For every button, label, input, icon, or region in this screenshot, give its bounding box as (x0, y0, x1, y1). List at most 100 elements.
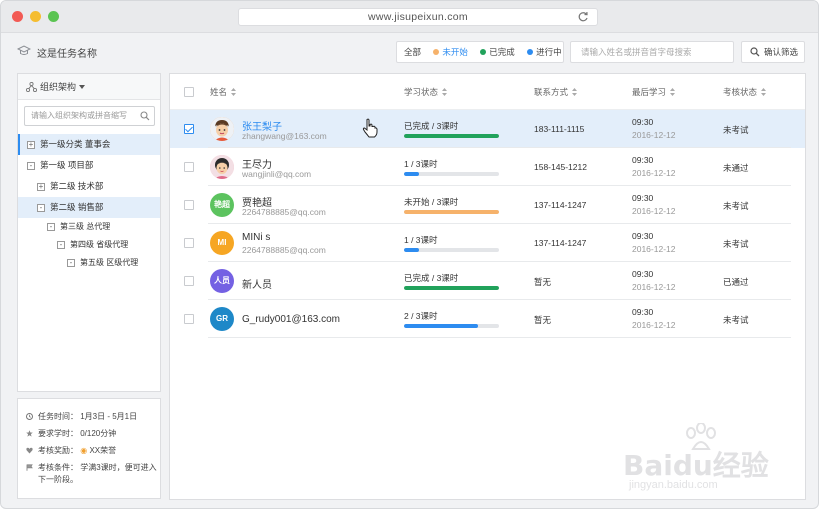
study-status: 1 / 3课时 (404, 159, 438, 169)
row-checkbox[interactable] (184, 200, 194, 210)
row-checkbox[interactable] (184, 314, 194, 324)
col-header-status[interactable]: 学习状态 (404, 74, 448, 110)
sort-icon[interactable] (442, 88, 448, 96)
tree-node-tech-dept[interactable]: + 第二级 技术部 (18, 176, 160, 197)
address-bar[interactable]: www.jisupeixun.com (238, 8, 598, 26)
col-header-contact[interactable]: 联系方式 (534, 74, 578, 110)
status-filter-group: 全部 未开始 已完成 进行中 (396, 41, 564, 63)
last-study-time: 09:30 (632, 155, 654, 165)
study-status: 已完成 / 3课时 (404, 121, 459, 131)
minimize-window-button[interactable] (30, 11, 41, 22)
browser-titlebar: www.jisupeixun.com (1, 1, 818, 33)
close-window-button[interactable] (12, 11, 23, 22)
last-study-time: 09:30 (632, 307, 654, 317)
table-row[interactable]: 张王梨子 zhangwang@163.com 已完成 / 3课时 183-111… (170, 110, 805, 148)
org-structure-icon (25, 81, 38, 93)
row-divider (208, 337, 791, 338)
required-hours: 要求学时： 0/120分钟 (26, 425, 160, 442)
filter-completed[interactable]: 已完成 (480, 42, 520, 62)
user-name[interactable]: 新人员 (242, 276, 272, 291)
org-search-placeholder: 请输入组织架构或拼音缩写 (31, 111, 127, 120)
graduation-cap-icon (17, 45, 31, 55)
tree-node-label: 第四级 省级代理 (70, 240, 129, 249)
org-dropdown[interactable]: 组织架构 (18, 74, 160, 100)
last-study-time: 09:30 (632, 117, 654, 127)
row-checkbox[interactable] (184, 276, 194, 286)
filter-not-started[interactable]: 未开始 (433, 42, 473, 62)
row-checkbox[interactable] (184, 124, 194, 134)
last-study-date: 2016-12-12 (632, 320, 676, 330)
tree-node-project-dept[interactable]: - 第一级 项目部 (18, 155, 160, 176)
tree-node-province-agent[interactable]: - 第四级 省级代理 (18, 236, 160, 254)
user-name[interactable]: MINi s (242, 232, 270, 243)
tree-node-label: 第三级 总代理 (60, 222, 111, 231)
sort-icon[interactable] (761, 88, 767, 96)
last-study-time: 09:30 (632, 193, 654, 203)
tree-node-label: 第二级 技术部 (50, 181, 104, 191)
progress-bar (404, 172, 499, 176)
confirm-filter-button[interactable]: 确认筛选 (741, 41, 805, 63)
medal-icon: ◉ (80, 446, 88, 455)
avatar-initials: 艳超 (214, 200, 230, 209)
table-row[interactable]: GR G_rudy001@163.com 2 / 3课时 暂无 09:30 20… (170, 300, 805, 338)
expand-icon[interactable]: + (37, 183, 45, 191)
collapse-icon[interactable]: - (67, 259, 75, 267)
progress-fill (404, 172, 420, 176)
tree-node-district-agent[interactable]: - 第五级 区级代理 (18, 254, 160, 272)
org-search-input[interactable]: 请输入组织架构或拼音缩写 (24, 106, 155, 126)
sort-icon[interactable] (572, 88, 578, 96)
progress-bar (404, 324, 499, 328)
task-time: 任务时间： 1月3日 - 5月1日 (26, 408, 160, 425)
filter-in-progress[interactable]: 进行中 (527, 42, 567, 62)
collapse-icon[interactable]: - (37, 204, 45, 212)
table-row[interactable]: MI MINi s 2264788885@qq.com 1 / 3课时 137-… (170, 224, 805, 262)
select-all-checkbox[interactable] (184, 87, 194, 97)
contact-phone: 暂无 (534, 315, 552, 325)
reload-icon[interactable] (577, 11, 589, 23)
task-info-panel: 任务时间： 1月3日 - 5月1日 要求学时： 0/120分钟 考核奖励： ◉ … (17, 398, 161, 499)
org-tree-panel: 组织架构 请输入组织架构或拼音缩写 + 第一级分类 董事会 - 第一级 项目部 + 第… (17, 73, 161, 392)
avatar: GR (210, 307, 234, 331)
progress-fill (404, 210, 499, 214)
maximize-window-button[interactable] (48, 11, 59, 22)
col-header-name[interactable]: 姓名 (210, 74, 237, 110)
person-avatar-icon (210, 117, 234, 141)
exam-reward: 考核奖励： ◉ XX荣誉 (26, 442, 160, 459)
confirm-filter-label: 确认筛选 (764, 47, 799, 57)
progress-fill (404, 248, 420, 252)
collapse-icon[interactable]: - (27, 162, 35, 170)
sort-icon[interactable] (231, 88, 237, 96)
table-row[interactable]: 艳超 贾艳超 2264788885@qq.com 未开始 / 3课时 137-1… (170, 186, 805, 224)
col-header-last-study[interactable]: 最后学习 (632, 74, 676, 110)
user-name[interactable]: G_rudy001@163.com (242, 314, 340, 325)
progress-bar (404, 134, 499, 138)
avatar: 艳超 (210, 193, 234, 217)
last-study-date: 2016-12-12 (632, 206, 676, 216)
tree-node-sales-dept[interactable]: - 第二级 销售部 (18, 197, 160, 218)
study-status: 1 / 3课时 (404, 235, 438, 245)
app-window: www.jisupeixun.com 这是任务名称 全部 未开始 已完成 进行中… (0, 0, 819, 509)
search-icon[interactable] (140, 111, 150, 121)
collapse-icon[interactable]: - (57, 241, 65, 249)
search-placeholder: 请输入姓名或拼音首字母搜索 (581, 47, 692, 57)
avatar-initials: GR (216, 314, 228, 323)
progress-fill (404, 134, 499, 138)
watermark-domain: jingyan.baidu.com (629, 479, 718, 491)
row-checkbox[interactable] (184, 162, 194, 172)
col-header-exam[interactable]: 考核状态 (723, 74, 767, 110)
avatar: 人员 (210, 269, 234, 293)
row-checkbox[interactable] (184, 238, 194, 248)
table-row[interactable]: 王尽力 wangjinli@qq.com 1 / 3课时 158-145-121… (170, 148, 805, 186)
task-title: 这是任务名称 (37, 49, 97, 60)
org-tree: + 第一级分类 董事会 - 第一级 项目部 + 第二级 技术部 - 第二级 销售部 -第… (18, 134, 160, 272)
tree-node-general-agent[interactable]: - 第三级 总代理 (18, 218, 160, 236)
collapse-icon[interactable]: - (47, 223, 55, 231)
filter-all[interactable]: 全部 (404, 42, 426, 62)
expand-icon[interactable]: + (27, 141, 35, 149)
table-row[interactable]: 人员 新人员 已完成 / 3课时 暂无 09:30 2016-12-12 已通过 (170, 262, 805, 300)
contact-phone: 137-114-1247 (534, 238, 587, 248)
tree-node-board[interactable]: + 第一级分类 董事会 (18, 134, 160, 155)
sort-icon[interactable] (670, 88, 676, 96)
last-study-date: 2016-12-12 (632, 244, 676, 254)
name-search-input[interactable]: 请输入姓名或拼音首字母搜索 (570, 41, 734, 63)
